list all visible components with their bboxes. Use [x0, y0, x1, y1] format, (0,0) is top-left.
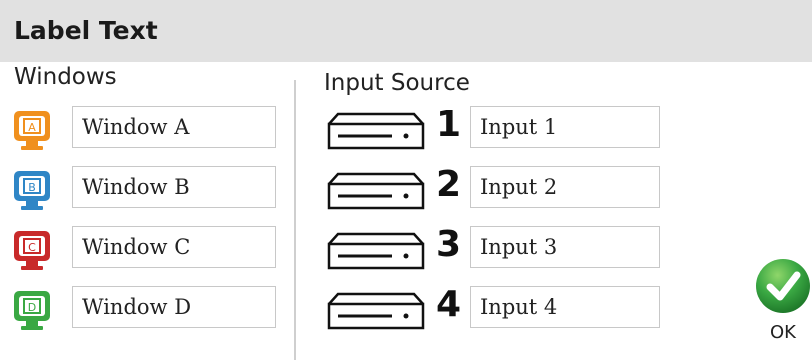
window-name-field[interactable]: Window C [72, 226, 276, 268]
windows-section-title: Windows [14, 64, 117, 90]
input-source-number: 4 [436, 284, 462, 325]
monitor-icon: D [14, 291, 50, 330]
input-device-icon [327, 232, 425, 270]
ok-button[interactable]: OK [754, 254, 812, 360]
checkmark-icon [756, 259, 810, 313]
input-source-name-field[interactable]: Input 2 [470, 166, 660, 208]
input-source-number: 3 [436, 224, 462, 265]
input-device-icon [327, 172, 425, 210]
header-bar: Label Text [0, 0, 812, 62]
monitor-icon: A [14, 111, 50, 150]
input-device-icon [327, 292, 425, 330]
window-icon-letter: C [28, 241, 36, 254]
window-name-field[interactable]: Window B [72, 166, 276, 208]
input-source-number: 2 [436, 164, 462, 205]
window-name-field[interactable]: Window D [72, 286, 276, 328]
ok-button-label: OK [770, 322, 796, 343]
monitor-icon: C [14, 231, 50, 270]
input-device-icon [327, 112, 425, 150]
header-title: Label Text [14, 16, 158, 45]
window-name-field[interactable]: Window A [72, 106, 276, 148]
window-icon-letter: A [28, 121, 36, 134]
monitor-icon: B [14, 171, 50, 210]
section-divider [294, 80, 296, 360]
input-source-section-title: Input Source [324, 70, 470, 96]
input-source-name-field[interactable]: Input 4 [470, 286, 660, 328]
window-icon-letter: D [28, 301, 36, 314]
input-source-number: 1 [436, 104, 462, 145]
window-icon-letter: B [28, 181, 36, 194]
input-source-name-field[interactable]: Input 1 [470, 106, 660, 148]
input-source-name-field[interactable]: Input 3 [470, 226, 660, 268]
